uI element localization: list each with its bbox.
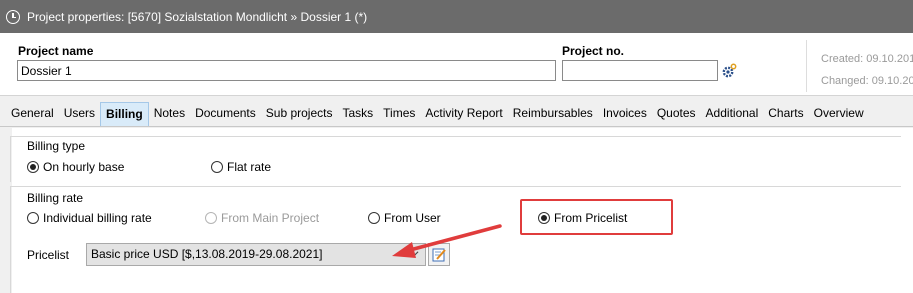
project-header: Project name Project no. Created: 09.10.…	[0, 33, 913, 96]
created-text: Created: 09.10.201	[821, 53, 913, 65]
radio-indicator-disabled	[205, 212, 217, 224]
tab-bar: General Users Billing Notes Documents Su…	[0, 100, 913, 127]
radio-on-hourly-base[interactable]: On hourly base	[27, 160, 124, 174]
radio-label: From User	[384, 211, 441, 225]
radio-indicator-off	[27, 212, 39, 224]
pricelist-edit-button[interactable]	[428, 243, 450, 266]
project-no-gear-button[interactable]	[718, 60, 740, 82]
billing-rate-group	[10, 186, 901, 293]
radio-label: Flat rate	[227, 160, 272, 174]
chevron-down-icon	[410, 251, 419, 257]
billing-type-group	[10, 136, 901, 182]
billing-type-title: Billing type	[27, 139, 86, 153]
meta-info: Created: 09.10.201 Changed: 09.10.201	[806, 40, 913, 92]
billing-rate-title: Billing rate	[27, 191, 84, 205]
radio-from-main-project[interactable]: From Main Project	[205, 211, 319, 225]
tab-reimbursables[interactable]: Reimbursables	[508, 102, 598, 126]
pricelist-value: Basic price USD [$,13.08.2019-29.08.2021…	[91, 247, 323, 261]
tab-sub-projects[interactable]: Sub projects	[261, 102, 338, 126]
pricelist-select[interactable]: Basic price USD [$,13.08.2019-29.08.2021…	[86, 243, 426, 266]
radio-indicator-off	[211, 161, 223, 173]
project-name-input[interactable]	[17, 60, 556, 81]
radio-flat-rate[interactable]: Flat rate	[211, 160, 271, 174]
tab-activity-report[interactable]: Activity Report	[420, 102, 507, 126]
tab-documents[interactable]: Documents	[190, 102, 261, 126]
project-name-label: Project name	[18, 44, 94, 58]
project-no-label: Project no.	[562, 44, 625, 58]
changed-text: Changed: 09.10.201	[821, 75, 913, 87]
radio-indicator-off	[368, 212, 380, 224]
radio-label: Individual billing rate	[43, 211, 152, 225]
radio-individual-billing-rate[interactable]: Individual billing rate	[27, 211, 152, 225]
pricelist-label: Pricelist	[27, 248, 70, 262]
radio-label: From Main Project	[221, 211, 320, 225]
radio-label: On hourly base	[43, 160, 125, 174]
tab-additional[interactable]: Additional	[701, 102, 764, 126]
radio-from-user[interactable]: From User	[368, 211, 441, 225]
project-no-input[interactable]	[562, 60, 718, 81]
tab-times[interactable]: Times	[378, 102, 420, 126]
radio-indicator-on	[27, 161, 39, 173]
tab-users[interactable]: Users	[59, 102, 100, 126]
tab-tasks[interactable]: Tasks	[337, 102, 378, 126]
gear-icon	[722, 63, 737, 78]
window-title: Project properties: [5670] Sozialstation…	[27, 9, 368, 24]
annotation-highlight-box	[520, 199, 673, 235]
tab-invoices[interactable]: Invoices	[598, 102, 652, 126]
tab-charts[interactable]: Charts	[763, 102, 808, 126]
edit-note-icon	[432, 248, 446, 261]
tab-general[interactable]: General	[6, 102, 59, 126]
tab-overview[interactable]: Overview	[809, 102, 869, 126]
tab-notes[interactable]: Notes	[149, 102, 190, 126]
clock-icon	[6, 9, 20, 24]
title-bar: Project properties: [5670] Sozialstation…	[0, 0, 913, 33]
tab-quotes[interactable]: Quotes	[652, 102, 701, 126]
tab-billing[interactable]: Billing	[100, 102, 149, 126]
